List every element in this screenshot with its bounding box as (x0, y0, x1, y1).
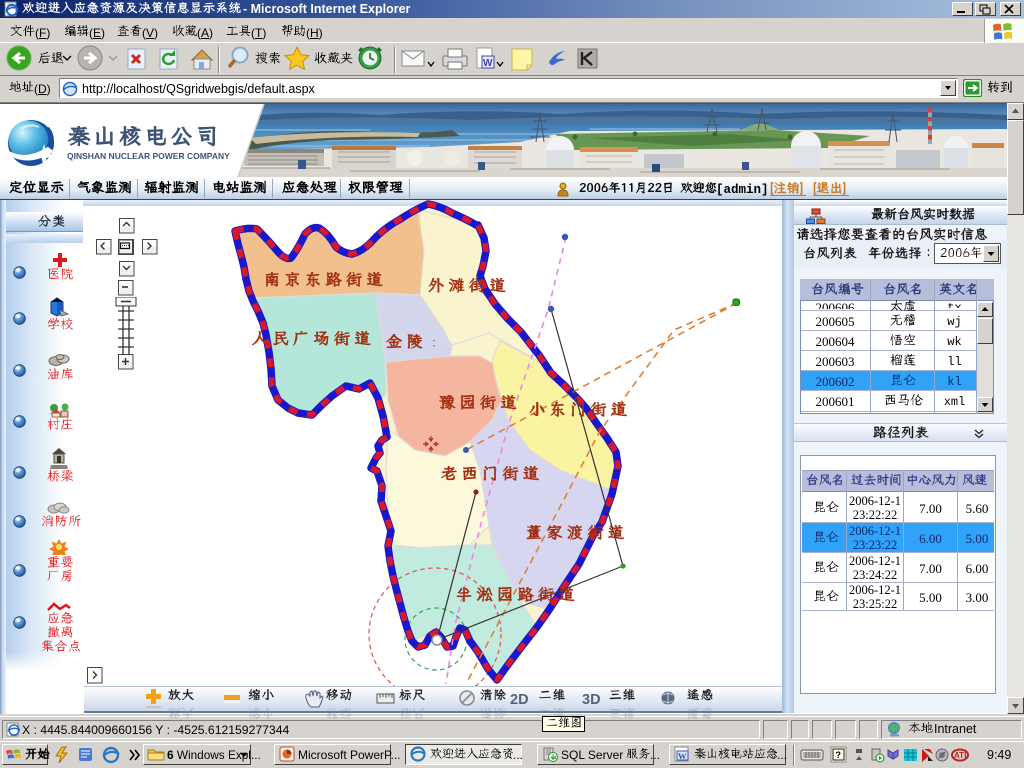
svg-text:W: W (483, 58, 493, 69)
svg-text:ATI: ATI (954, 751, 966, 760)
svg-text:?: ? (836, 750, 842, 760)
svg-text:2D: 2D (510, 692, 529, 708)
svg-text:W: W (678, 751, 687, 761)
svg-text:3D: 3D (582, 692, 601, 708)
